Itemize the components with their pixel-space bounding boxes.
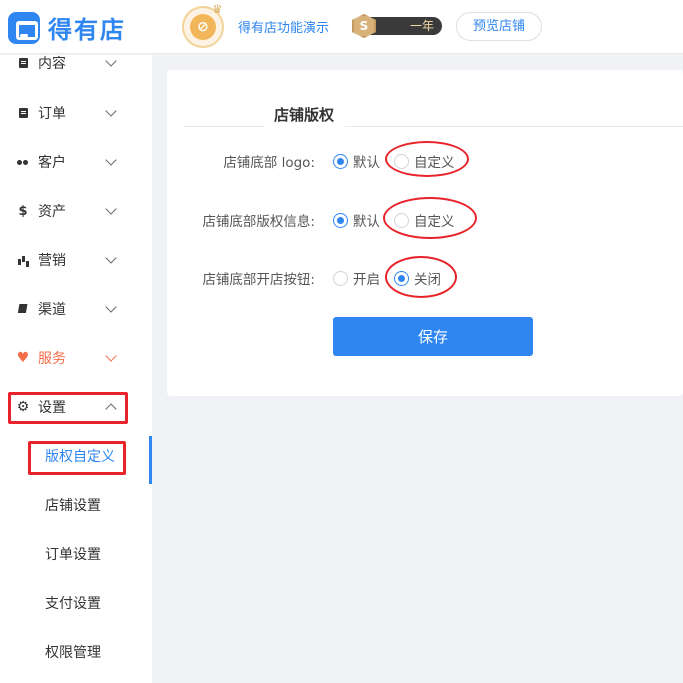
field-label: 店铺底部开店按钮:: [202, 272, 315, 288]
preview-store-button[interactable]: 预览店铺: [456, 12, 542, 41]
sidebar-item-assets[interactable]: $ 资产: [0, 191, 152, 231]
order-icon: [17, 107, 29, 119]
highlight-box-copyright: [28, 441, 126, 475]
sidebar-subitem-label: 店铺设置: [45, 498, 101, 514]
sidebar-subitem-permissions[interactable]: 权限管理: [0, 632, 152, 672]
sidebar-subitem-label: 订单设置: [45, 547, 101, 563]
chevron-down-icon: [105, 251, 117, 264]
section-title: 店铺版权: [274, 106, 335, 124]
radio-unchecked-icon: [333, 270, 348, 286]
crown-icon: ♛: [212, 2, 223, 16]
sidebar-item-orders[interactable]: 订单: [0, 93, 152, 133]
radio-checked-icon: [333, 212, 348, 228]
radio-logo-default[interactable]: 默认: [333, 151, 380, 171]
chevron-down-icon: [105, 202, 117, 215]
divider: [183, 126, 265, 127]
divider: [345, 126, 683, 127]
document-icon: [17, 57, 29, 69]
sidebar-item-label: 资产: [38, 204, 66, 220]
sidebar-item-customers[interactable]: 客户: [0, 142, 152, 182]
chevron-down-icon: [105, 55, 117, 67]
save-button[interactable]: 保存: [333, 317, 533, 356]
store-badge-icon: ⊘: [190, 14, 216, 40]
sidebar-subitem-store-settings[interactable]: 店铺设置: [0, 485, 152, 525]
dollar-icon: $: [18, 203, 28, 219]
vip-badge: 一年 S: [352, 14, 442, 38]
sidebar-item-label: 内容: [38, 56, 66, 72]
sidebar: 内容 订单 客户 $ 资产 营销 渠道 ♥ 服务 ⚙ 设置 版权自定义 店铺设置…: [0, 55, 152, 683]
chevron-down-icon: [105, 104, 117, 117]
sidebar-subitem-payment-settings[interactable]: 支付设置: [0, 583, 152, 623]
sidebar-subitem-label: 支付设置: [45, 596, 101, 612]
radio-open-store-on[interactable]: 开启: [333, 268, 380, 288]
copyright-settings-card: 店铺版权 店铺底部 logo: 默认 自定义 店铺底部版权信息: 默认 自定义 …: [167, 70, 683, 396]
chevron-down-icon: [105, 349, 117, 362]
sidebar-item-label: 营销: [38, 253, 66, 269]
chevron-down-icon: [105, 153, 117, 166]
brand-logo[interactable]: 得有店: [8, 10, 126, 45]
highlight-ellipse-copyright: [383, 197, 477, 239]
sidebar-item-label: 订单: [38, 106, 66, 122]
highlight-ellipse-open-store: [385, 256, 457, 298]
field-label: 店铺底部 logo:: [223, 155, 315, 171]
sidebar-item-channels[interactable]: 渠道: [0, 289, 152, 329]
radio-copyright-default[interactable]: 默认: [333, 210, 380, 230]
top-header: 得有店 ⊘ ♛ 得有店功能演示 一年 S 预览店铺: [0, 0, 683, 54]
chevron-down-icon: [105, 300, 117, 313]
field-label: 店铺底部版权信息:: [202, 214, 315, 230]
radio-checked-icon: [333, 153, 348, 169]
heart-icon: ♥: [16, 350, 30, 366]
sidebar-item-service[interactable]: ♥ 服务: [0, 338, 152, 378]
sidebar-item-label: 服务: [38, 351, 66, 367]
highlight-ellipse-logo: [385, 141, 469, 177]
users-icon: [17, 156, 29, 168]
radio-label: 默认: [353, 214, 380, 230]
layers-icon: [17, 303, 29, 315]
bar-chart-icon: [17, 254, 29, 266]
store-name-link[interactable]: 得有店功能演示: [238, 17, 329, 36]
highlight-box-settings: [8, 392, 128, 424]
store-logo-icon: [8, 11, 40, 44]
sidebar-item-marketing[interactable]: 营销: [0, 240, 152, 280]
sidebar-item-content[interactable]: 内容: [0, 55, 152, 83]
sidebar-item-label: 渠道: [38, 302, 66, 318]
sidebar-subitem-order-settings[interactable]: 订单设置: [0, 534, 152, 574]
sidebar-item-label: 客户: [38, 155, 66, 171]
radio-label: 开启: [353, 272, 380, 288]
radio-label: 默认: [353, 155, 380, 171]
sidebar-subitem-label: 权限管理: [45, 645, 101, 661]
brand-name: 得有店: [48, 16, 126, 44]
